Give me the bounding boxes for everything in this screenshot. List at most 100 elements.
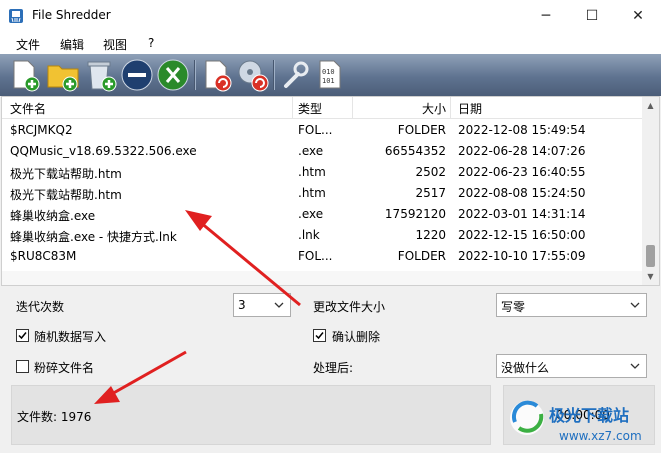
status-panel: 文件数: 1976	[11, 385, 491, 445]
toolbar-separator	[194, 60, 196, 90]
random-data-label: 随机数据写入	[34, 330, 107, 344]
column-header-name[interactable]: 文件名	[10, 100, 46, 118]
scrollbar-thumb[interactable]	[646, 245, 655, 267]
cell-type: .lnk	[298, 228, 320, 242]
table-row[interactable]: QQMusic_v18.69.5322.506.exe .exe 6655435…	[2, 141, 642, 162]
column-header-size[interactable]: 大小	[422, 100, 446, 118]
cell-date: 2022-06-23 16:40:55	[458, 165, 586, 179]
close-icon: ✕	[632, 8, 644, 24]
iterations-value: 3	[238, 298, 246, 312]
cell-type: .exe	[298, 207, 324, 221]
cell-name: QQMusic_v18.69.5322.506.exe	[10, 144, 197, 158]
title-bar: File Shredder ─ ☐ ✕	[0, 0, 661, 32]
cell-date: 2022-06-28 14:07:26	[458, 144, 586, 158]
table-row[interactable]: $RU8C83M FOL... FOLDER 2022-10-10 17:55:…	[2, 246, 642, 267]
cell-date: 2022-12-15 16:50:00	[458, 228, 586, 242]
maximize-button[interactable]: ☐	[569, 0, 615, 32]
wrench-icon[interactable]	[278, 58, 312, 92]
confirm-delete-label: 确认删除	[332, 330, 381, 344]
cell-date: 2022-08-08 15:24:50	[458, 186, 586, 200]
shred-filename-checkbox[interactable]	[16, 360, 29, 373]
minimize-button[interactable]: ─	[523, 0, 569, 32]
binary-icon[interactable]: 010 101	[314, 58, 348, 92]
cell-name: 极光下载站帮助.htm	[10, 167, 122, 181]
random-data-checkbox[interactable]	[16, 329, 29, 342]
table-row[interactable]: 蜂巢收纳盒.exe .exe 17592120 2022-03-01 14:31…	[2, 204, 642, 225]
shred-icon[interactable]	[200, 58, 234, 92]
cell-size: 66554352	[384, 144, 446, 158]
cell-type: .exe	[298, 144, 324, 158]
toolbar: 010 101	[0, 54, 661, 96]
file-list[interactable]: 文件名 类型 大小 日期 $RCJMKQ2 FOL... FOLDER 2022…	[1, 96, 660, 286]
scroll-up-icon[interactable]: ▲	[642, 97, 659, 114]
scroll-down-icon[interactable]: ▼	[642, 268, 659, 285]
cell-type: FOL...	[298, 249, 333, 263]
iterations-select[interactable]: 3	[233, 293, 291, 317]
change-size-select[interactable]: 写零	[496, 293, 647, 317]
menu-help[interactable]: ?	[148, 36, 154, 50]
clear-icon[interactable]	[156, 58, 190, 92]
after-processing-value: 没做什么	[501, 361, 550, 375]
change-size-value: 写零	[501, 300, 526, 314]
table-row[interactable]: 极光下载站帮助.htm .htm 2517 2022-08-08 15:24:5…	[2, 183, 642, 204]
column-divider	[292, 97, 293, 119]
close-button[interactable]: ✕	[615, 0, 661, 32]
svg-text:极光下载站: 极光下载站	[549, 406, 629, 425]
list-header: 文件名 类型 大小 日期	[2, 97, 642, 119]
cell-name: $RCJMKQ2	[10, 123, 73, 137]
cell-type: FOL...	[298, 123, 333, 137]
vertical-scrollbar[interactable]: ▲ ▼	[642, 97, 659, 285]
shred-filename-label: 粉碎文件名	[34, 361, 95, 375]
cell-size: 2517	[415, 186, 446, 200]
cell-date: 2022-10-10 17:55:09	[458, 249, 586, 263]
minimize-icon: ─	[541, 8, 551, 24]
cell-date: 2022-12-08 15:49:54	[458, 123, 586, 137]
svg-text:101: 101	[322, 77, 335, 85]
menu-view[interactable]: 视图	[103, 36, 127, 53]
watermark-logo: 极光下载站 www.xz7.com	[510, 400, 642, 443]
cell-name: $RU8C83M	[10, 249, 77, 263]
menu-file[interactable]: 文件	[16, 36, 40, 53]
iterations-label: 迭代次数	[16, 300, 65, 314]
chevron-down-icon	[630, 363, 640, 369]
cell-type: .htm	[298, 186, 326, 200]
table-row[interactable]: 极光下载站帮助.htm .htm 2502 2022-06-23 16:40:5…	[2, 162, 642, 183]
column-header-date[interactable]: 日期	[458, 100, 482, 118]
change-size-label: 更改文件大小	[313, 300, 386, 314]
table-row[interactable]: $RCJMKQ2 FOL... FOLDER 2022-12-08 15:49:…	[2, 120, 642, 141]
cell-name: 蜂巢收纳盒.exe	[10, 209, 96, 223]
add-folder-icon[interactable]	[46, 58, 80, 92]
cell-size: 1220	[415, 228, 446, 242]
add-file-icon[interactable]	[8, 58, 42, 92]
chevron-down-icon	[274, 302, 284, 308]
column-header-type[interactable]: 类型	[298, 100, 322, 118]
after-processing-select[interactable]: 没做什么	[496, 354, 647, 378]
toolbar-separator	[273, 60, 275, 90]
cell-size: FOLDER	[397, 123, 446, 137]
column-divider	[352, 97, 353, 119]
remove-icon[interactable]	[120, 58, 154, 92]
cell-size: FOLDER	[397, 249, 446, 263]
cell-type: .htm	[298, 165, 326, 179]
recycle-bin-icon[interactable]	[84, 58, 118, 92]
cell-size: 17592120	[384, 207, 446, 221]
menu-bar: 文件 编辑 视图 ?	[0, 32, 661, 54]
column-divider	[450, 97, 451, 119]
maximize-icon: ☐	[585, 8, 599, 24]
cell-date: 2022-03-01 14:31:14	[458, 207, 586, 221]
confirm-delete-checkbox[interactable]	[313, 329, 326, 342]
table-row[interactable]: 蜂巢收纳盒.exe - 快捷方式.lnk .lnk 1220 2022-12-1…	[2, 225, 642, 246]
menu-edit[interactable]: 编辑	[60, 36, 84, 53]
chevron-down-icon	[630, 302, 640, 308]
cell-size: 2502	[415, 165, 446, 179]
cell-name: 极光下载站帮助.htm	[10, 188, 122, 202]
checkmark-icon	[315, 332, 324, 340]
cell-name: 蜂巢收纳盒.exe - 快捷方式.lnk	[10, 230, 177, 244]
svg-text:www.xz7.com: www.xz7.com	[559, 429, 642, 443]
window-title: File Shredder	[32, 8, 111, 22]
horizontal-scrollbar[interactable]	[2, 271, 642, 285]
file-count: 文件数: 1976	[17, 410, 92, 424]
checkmark-icon	[18, 332, 27, 340]
after-processing-label: 处理后:	[313, 361, 354, 375]
shred-drive-icon[interactable]	[236, 58, 270, 92]
